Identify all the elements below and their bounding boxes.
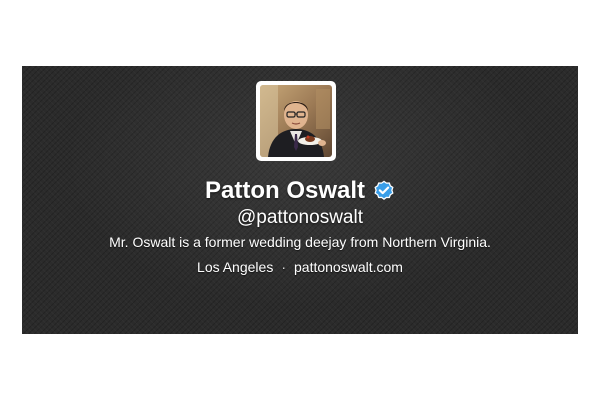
verified-badge-icon — [374, 180, 394, 200]
meta-separator: · — [281, 259, 286, 275]
profile-location: Los Angeles — [197, 259, 274, 275]
name-row: Patton Oswalt — [22, 176, 578, 206]
profile-handle: @pattonoswalt — [237, 207, 363, 228]
profile-website-link[interactable]: pattonoswalt.com — [294, 258, 403, 276]
profile-meta: Los Angeles · pattonoswalt.com — [22, 258, 578, 276]
profile-bio: Mr. Oswalt is a former wedding deejay fr… — [109, 234, 491, 250]
avatar[interactable] — [260, 85, 332, 157]
profile-name[interactable]: Patton Oswalt — [205, 176, 365, 206]
avatar-frame[interactable] — [256, 81, 336, 161]
profile-header-card: Patton Oswalt @pattonoswalt Mr. Oswalt i… — [22, 66, 578, 334]
